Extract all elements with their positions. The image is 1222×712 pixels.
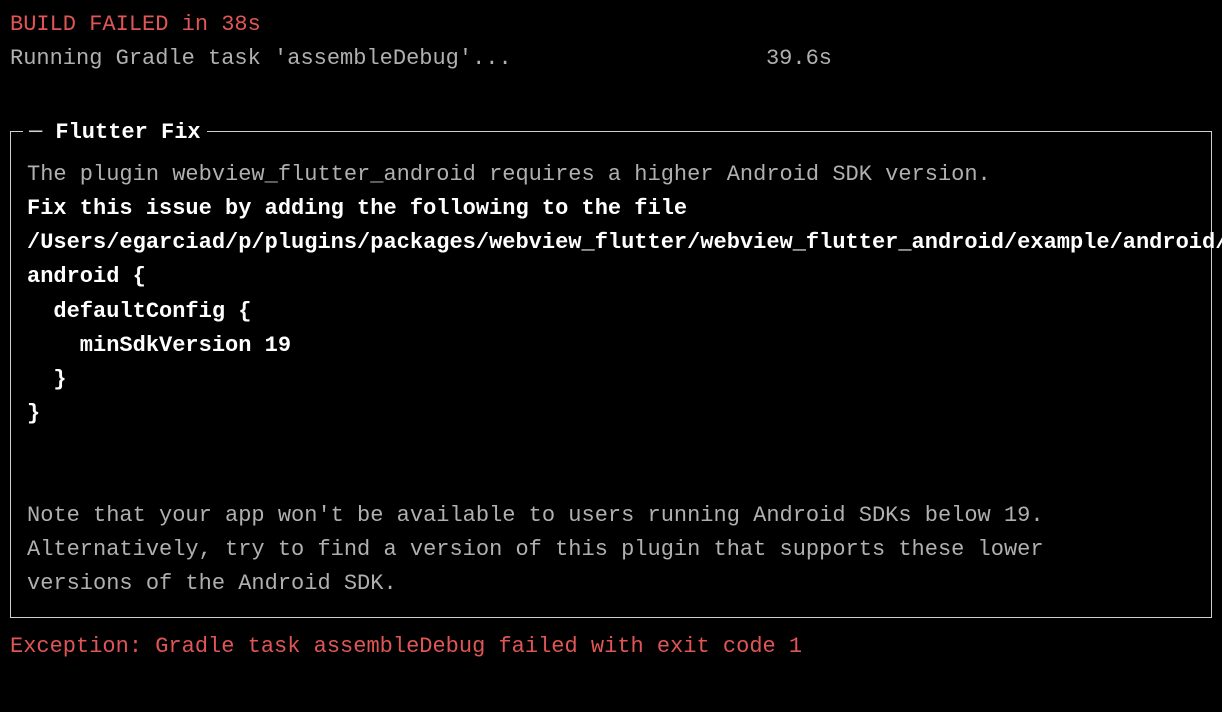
plugin-requires-line: The plugin webview_flutter_android requi…	[27, 158, 1195, 192]
task-duration: 39.6s	[766, 42, 832, 76]
task-status-line: Running Gradle task 'assembleDebug'... 3…	[10, 42, 1212, 76]
code-snippet: android { defaultConfig { minSdkVersion …	[27, 260, 1195, 430]
task-description: Running Gradle task 'assembleDebug'...	[10, 42, 512, 76]
exception-line: Exception: Gradle task assembleDebug fai…	[10, 630, 1212, 664]
note-line-2: Alternatively, try to find a version of …	[27, 533, 1195, 567]
terminal-output: BUILD FAILED in 38s Running Gradle task …	[10, 8, 1212, 665]
blank-spacer-2	[27, 465, 1195, 499]
flutter-fix-box: Flutter Fix The plugin webview_flutter_a…	[10, 131, 1212, 618]
file-path-line: /Users/egarciad/p/plugins/packages/webvi…	[27, 226, 1195, 260]
blank-spacer-1	[27, 431, 1195, 465]
fix-box-legend: Flutter Fix	[23, 116, 207, 150]
fix-instruction-line: Fix this issue by adding the following t…	[27, 192, 1195, 226]
note-line-3: versions of the Android SDK.	[27, 567, 1195, 601]
build-failed-line: BUILD FAILED in 38s	[10, 8, 1212, 42]
note-line-1: Note that your app won't be available to…	[27, 499, 1195, 533]
